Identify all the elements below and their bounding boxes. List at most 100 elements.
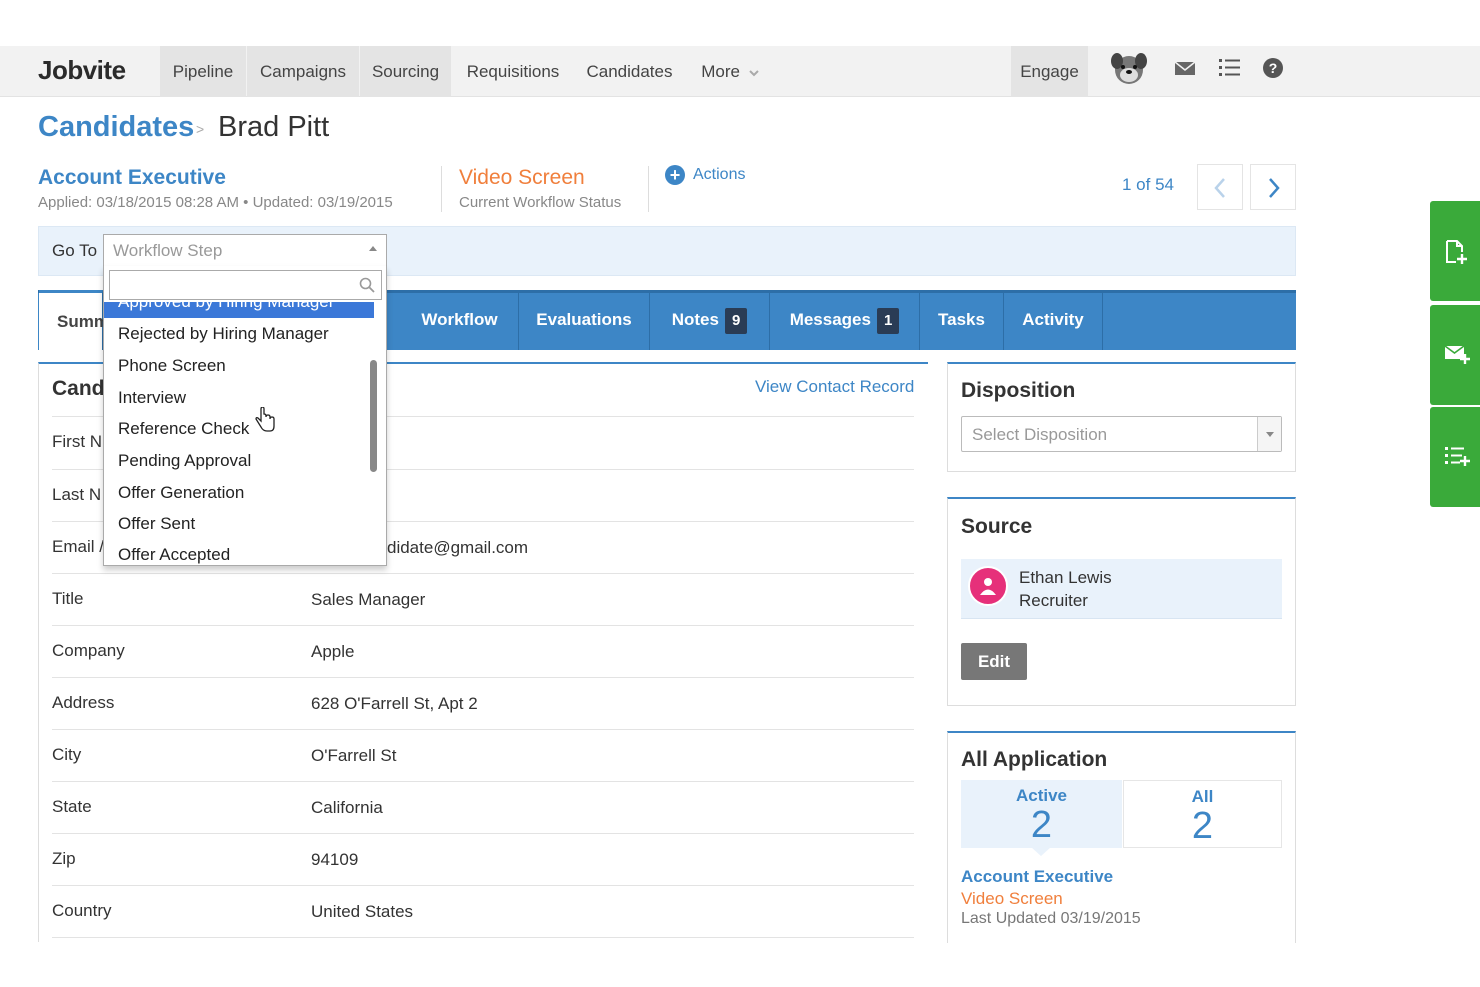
divider — [441, 166, 442, 212]
field-value-title: Sales Manager — [311, 590, 426, 609]
dropdown-option[interactable]: Interview — [104, 382, 374, 414]
nav-more-label: More — [701, 62, 740, 81]
dropdown-scrollbar[interactable] — [370, 360, 377, 472]
field-value-company: Apple — [311, 642, 355, 661]
goto-label: Go To — [52, 241, 98, 260]
application-last-updated: Last Updated 03/19/2015 — [961, 910, 1141, 927]
add-message-button[interactable] — [1430, 305, 1480, 405]
caret-up-icon — [369, 246, 377, 251]
recruiter-role: Recruiter — [1019, 591, 1088, 610]
person-icon — [980, 578, 996, 595]
tab-activity[interactable]: Activity — [1004, 290, 1103, 350]
job-title-link[interactable]: Account Executive — [38, 166, 226, 190]
dropdown-option[interactable]: Offer Accepted — [104, 539, 374, 564]
messages-count-badge: 1 — [876, 307, 900, 334]
breadcrumb-candidates[interactable]: Candidates — [38, 111, 194, 144]
dropdown-option[interactable]: Pending Approval — [104, 445, 374, 477]
tab-messages[interactable]: Messages 1 — [770, 290, 920, 350]
caret-down-icon — [1266, 432, 1274, 437]
field-label-country: Country — [52, 901, 112, 920]
pointer-triangle — [1031, 847, 1051, 856]
workflow-status: Video Screen — [459, 166, 585, 189]
row-divider — [52, 625, 914, 626]
chevron-down-icon — [749, 69, 759, 76]
dropdown-option[interactable]: Rejected by Hiring Manager — [104, 318, 374, 350]
dropdown-option[interactable]: Offer Sent — [104, 508, 374, 540]
list-icon[interactable] — [1218, 57, 1242, 79]
row-divider — [52, 573, 914, 574]
tab-summary[interactable]: Summ — [39, 290, 109, 350]
jobvite-logo[interactable]: Jobvite — [38, 55, 126, 86]
field-value-city: O'Farrell St — [311, 746, 397, 765]
nav-engage[interactable]: Engage — [1011, 46, 1088, 97]
hand-cursor-icon — [255, 407, 275, 432]
actions-button[interactable]: + Actions — [665, 165, 745, 185]
dropdown-list: Approved by Hiring Manager Rejected by H… — [104, 302, 386, 564]
application-job-link[interactable]: Account Executive — [961, 867, 1113, 887]
recruiter-name: Ethan Lewis — [1019, 568, 1112, 587]
mail-icon[interactable] — [1173, 58, 1197, 78]
svg-text:?: ? — [1269, 60, 1278, 76]
field-label-email: Email / — [52, 537, 104, 556]
disposition-placeholder: Select Disposition — [972, 425, 1108, 444]
tab-tasks[interactable]: Tasks — [920, 290, 1004, 350]
recruiter-avatar — [968, 566, 1008, 606]
active-label: Active — [1015, 786, 1068, 805]
nav-more[interactable]: More — [690, 46, 770, 97]
nav-sourcing[interactable]: Sourcing — [360, 46, 451, 97]
nav-campaigns[interactable]: Campaigns — [247, 46, 359, 97]
add-document-icon — [1446, 240, 1467, 264]
add-task-button[interactable] — [1430, 407, 1480, 507]
all-applications-stat[interactable]: All 2 — [1123, 780, 1282, 848]
add-list-icon — [1445, 447, 1470, 466]
add-mail-icon — [1444, 345, 1470, 364]
add-document-button[interactable] — [1430, 201, 1480, 301]
applications-title: All Application — [961, 748, 1108, 771]
job-meta: Applied: 03/18/2015 08:28 AM • Updated: … — [38, 194, 393, 211]
field-label-state: State — [52, 797, 92, 816]
workflow-status-label: Current Workflow Status — [459, 194, 622, 211]
field-label-company: Company — [52, 641, 125, 660]
search-icon — [359, 277, 375, 293]
candidate-heading: Cand — [52, 377, 105, 400]
tab-workflow[interactable]: Workflow — [401, 290, 519, 350]
recruiter-box — [961, 559, 1282, 619]
breadcrumb-separator: > — [196, 121, 205, 137]
row-divider — [52, 781, 914, 782]
tab-evaluations[interactable]: Evaluations — [519, 290, 650, 350]
nav-pipeline[interactable]: Pipeline — [160, 46, 246, 97]
nav-requisitions[interactable]: Requisitions — [455, 46, 571, 97]
pager-count: 1 of 54 — [1122, 175, 1174, 194]
help-icon[interactable]: ? — [1262, 57, 1284, 79]
divider — [648, 166, 649, 212]
view-contact-record-link[interactable]: View Contact Record — [755, 377, 914, 397]
row-divider — [52, 885, 914, 886]
dropdown-option[interactable]: Reference Check — [104, 413, 374, 445]
dropdown-option[interactable]: Approved by Hiring Manager — [104, 302, 374, 318]
field-label-first-name: First N — [52, 432, 103, 451]
active-applications-stat[interactable]: Active 2 — [961, 780, 1122, 848]
field-value-state: California — [311, 798, 383, 817]
prev-button[interactable] — [1197, 164, 1243, 210]
next-button[interactable] — [1250, 164, 1296, 210]
edit-source-button[interactable]: Edit — [961, 643, 1027, 680]
all-label: All — [1191, 787, 1214, 806]
row-divider — [52, 677, 914, 678]
dropdown-option[interactable]: Phone Screen — [104, 350, 374, 382]
field-value-country: United States — [311, 902, 414, 921]
workflow-step-placeholder: Workflow Step — [113, 241, 223, 260]
avatar-dog-icon[interactable] — [1110, 51, 1148, 87]
chevron-left-icon — [1214, 178, 1225, 198]
nav-candidates[interactable]: Candidates — [576, 46, 683, 97]
field-label-last-name: Last N — [52, 485, 102, 504]
active-count: 2 — [1030, 804, 1053, 846]
tab-notes[interactable]: Notes 9 — [650, 290, 770, 350]
application-status: Video Screen — [961, 889, 1063, 908]
workflow-step-dropdown: Approved by Hiring Manager Rejected by H… — [103, 266, 387, 566]
field-label-title: Title — [52, 589, 84, 608]
disposition-select-caret[interactable] — [1257, 417, 1281, 451]
dropdown-option[interactable]: Offer Generation — [104, 477, 374, 509]
field-value-email[interactable]: didate@gmail.com — [387, 538, 528, 558]
dropdown-search-input[interactable] — [109, 270, 382, 300]
source-title: Source — [961, 515, 1033, 538]
